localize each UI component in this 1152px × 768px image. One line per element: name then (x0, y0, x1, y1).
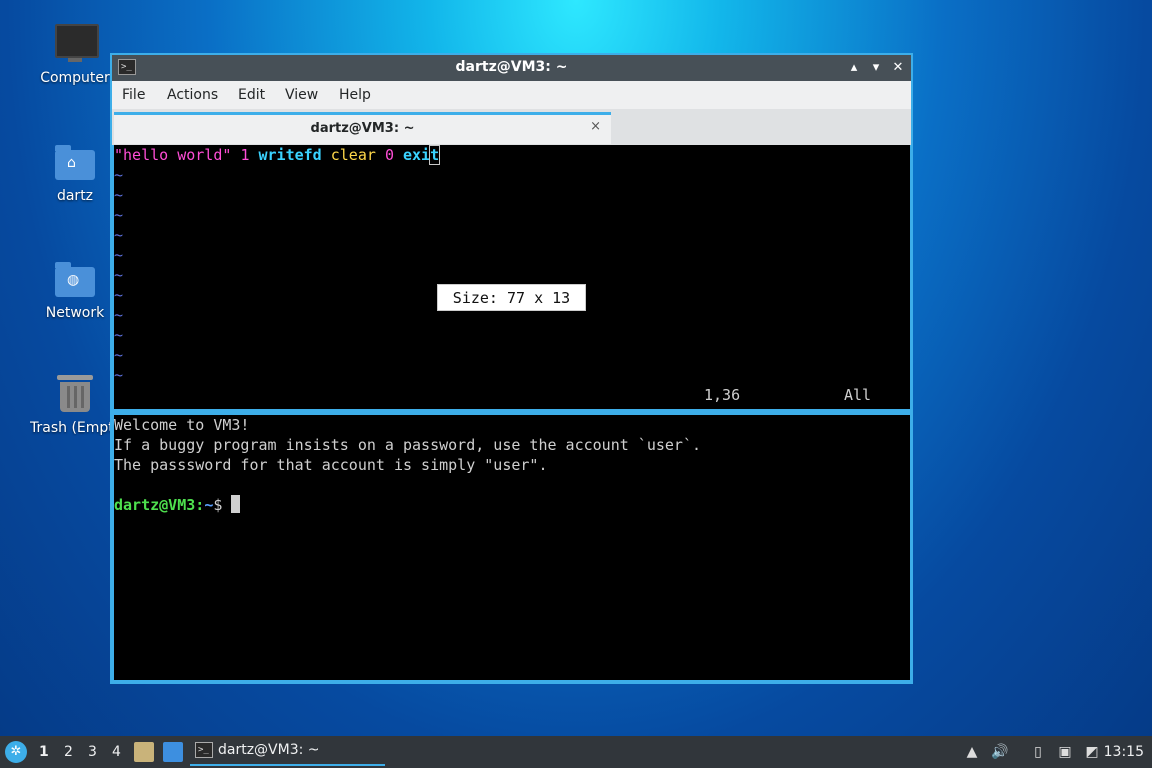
desktop-switch-2[interactable]: 2 (64, 744, 73, 760)
tilde-line: ~ (114, 306, 124, 324)
menu-help[interactable]: Help (339, 87, 371, 103)
task-terminal[interactable]: >_ dartz@VM3: ~ (190, 738, 385, 766)
terminal-icon: >_ (195, 742, 213, 758)
menu-view[interactable]: View (285, 87, 318, 103)
clock[interactable]: 13:15 (1104, 744, 1144, 760)
network-folder-icon: ◍ (53, 257, 97, 301)
tilde-line: ~ (114, 346, 124, 364)
window-titlebar[interactable]: >_ dartz@VM3: ~ ▴ ▾ ✕ (112, 55, 911, 81)
desktop-icon-label: Trash (Empty) (30, 420, 110, 436)
menu-file[interactable]: File (122, 87, 145, 103)
status-position: 1,36 (704, 386, 741, 404)
menubar: File Actions Edit View Help (112, 81, 911, 109)
close-button[interactable]: ✕ (889, 59, 907, 77)
shell-line-welcome: Welcome to VM3! (114, 416, 250, 434)
window-title: dartz@VM3: ~ (455, 59, 568, 75)
terminal-pane-shell[interactable]: Welcome to VM3! If a buggy program insis… (114, 415, 910, 680)
shell-prompt: dartz@VM3:~$ (114, 495, 241, 515)
tab-close-button[interactable]: × (590, 119, 601, 134)
home-folder-icon: ⌂ (53, 140, 97, 184)
block-cursor (231, 495, 241, 513)
volume-icon[interactable]: 🔊 (990, 742, 1010, 762)
clipboard-icon[interactable]: ▯ (1028, 742, 1048, 762)
tab-terminal[interactable]: dartz@VM3: ~ × (114, 112, 611, 144)
tilde-line: ~ (114, 286, 124, 304)
trash-icon (53, 372, 97, 416)
tab-bar: dartz@VM3: ~ × (112, 109, 911, 145)
minimize-button[interactable]: ▴ (845, 59, 863, 77)
app-menu-icon[interactable]: ✲ (5, 741, 27, 763)
menu-actions[interactable]: Actions (167, 87, 218, 103)
status-all: All (844, 386, 872, 404)
maximize-button[interactable]: ▾ (867, 59, 885, 77)
tilde-line: ~ (114, 226, 124, 244)
terminal-window: >_ dartz@VM3: ~ ▴ ▾ ✕ File Actions Edit … (110, 53, 913, 684)
file-manager-icon[interactable] (134, 742, 154, 762)
tilde-line: ~ (114, 166, 124, 184)
show-desktop-icon[interactable] (163, 742, 183, 762)
tray-arrow-icon[interactable]: ▲ (962, 742, 982, 762)
update-notifier-icon[interactable]: ◩ (1082, 742, 1102, 762)
taskbar: ✲ 1 2 3 4 >_ dartz@VM3: ~ ▲ 🔊 ▯ ▣ ◩ 13:1… (0, 736, 1152, 768)
text-cursor: t (429, 145, 441, 165)
desktop-switch-1[interactable]: 1 (39, 744, 49, 760)
network-icon[interactable]: ▣ (1055, 742, 1075, 762)
terminal-pane-editor[interactable]: "hello world" 1 writefd clear 0 exit ~ ~… (114, 145, 910, 409)
computer-icon (53, 22, 99, 66)
shell-line-3: The passsword for that account is simply… (114, 456, 548, 474)
tilde-line: ~ (114, 206, 124, 224)
size-popup: Size: 77 x 13 (437, 284, 586, 311)
tilde-line: ~ (114, 246, 124, 264)
editor-line-1: "hello world" 1 writefd clear 0 exit (114, 145, 441, 165)
tilde-line: ~ (114, 326, 124, 344)
tilde-line: ~ (114, 186, 124, 204)
tilde-line: ~ (114, 266, 124, 284)
task-label: dartz@VM3: ~ (218, 742, 320, 758)
tilde-line: ~ (114, 366, 124, 384)
shell-line-2: If a buggy program insists on a password… (114, 436, 701, 454)
tab-title: dartz@VM3: ~ (310, 121, 415, 136)
desktop-switch-4[interactable]: 4 (112, 744, 121, 760)
menu-edit[interactable]: Edit (238, 87, 265, 103)
desktop-switch-3[interactable]: 3 (88, 744, 97, 760)
desktop-icon-trash[interactable]: Trash (Empty) (30, 372, 120, 436)
